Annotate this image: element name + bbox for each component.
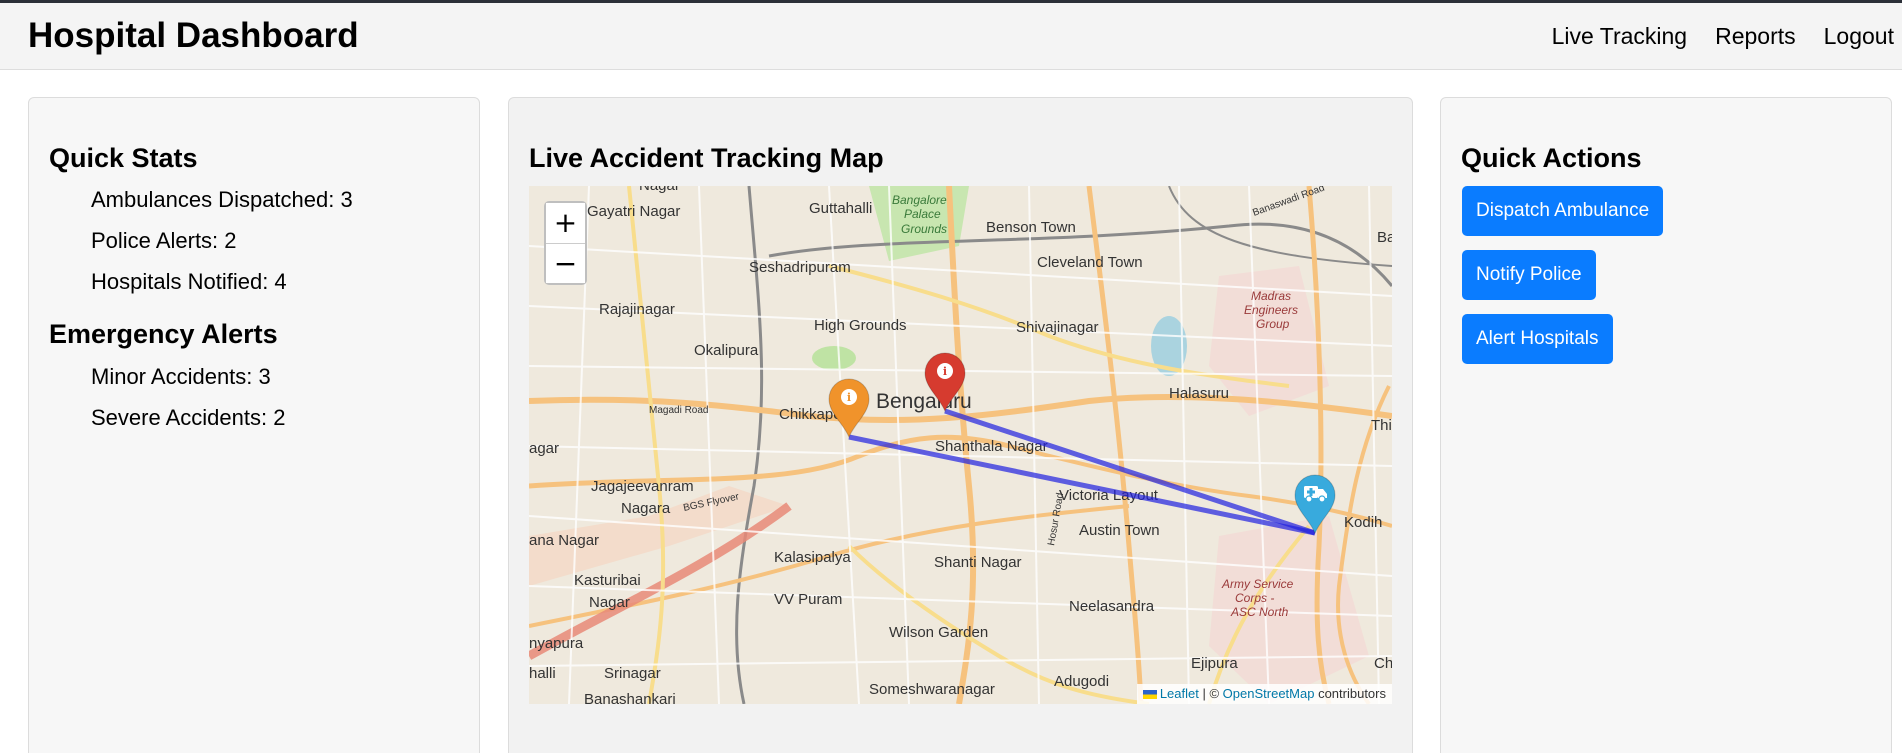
map-label: Group xyxy=(1256,317,1290,331)
leaflet-link[interactable]: Leaflet xyxy=(1160,686,1199,701)
map-label: Bangalore xyxy=(892,193,947,207)
map-label: Cleveland Town xyxy=(1037,254,1143,271)
info-icon: i xyxy=(943,365,947,378)
alert-minor-accidents: Minor Accidents: 3 xyxy=(91,364,271,389)
alert-hospitals-button[interactable]: Alert Hospitals xyxy=(1462,314,1613,364)
map-label: Bai xyxy=(1377,229,1392,246)
map-label: nyapura xyxy=(529,635,584,652)
map-panel: Live Accident Tracking Map Gayatri Nagar… xyxy=(508,97,1413,753)
info-icon: i xyxy=(847,391,851,404)
map-label: Thip xyxy=(1371,417,1392,434)
map-label: Nagar xyxy=(589,594,630,611)
map-label: VV Puram xyxy=(774,591,842,608)
openstreetmap-link[interactable]: OpenStreetMap xyxy=(1223,686,1315,701)
quick-actions-heading: Quick Actions xyxy=(1461,143,1642,173)
map-label: Benson Town xyxy=(986,219,1076,236)
alert-severe-accidents: Severe Accidents: 2 xyxy=(91,405,286,430)
map-label: Cha xyxy=(1374,655,1392,672)
map-label: Banashankari xyxy=(584,691,676,704)
map-label: Grounds xyxy=(901,222,947,236)
map-label: Neelasandra xyxy=(1069,598,1155,615)
map-label: Shivajinagar xyxy=(1016,319,1099,336)
map-label: ASC North xyxy=(1230,605,1289,619)
map-label: Srinagar xyxy=(604,665,661,682)
stats-panel: Quick Stats Ambulances Dispatched: 3 Pol… xyxy=(28,97,480,753)
quick-stats-heading: Quick Stats xyxy=(49,143,198,173)
top-nav: Live Tracking Reports Logout xyxy=(1552,21,1894,51)
nav-live-tracking[interactable]: Live Tracking xyxy=(1552,21,1688,51)
map-label: Ejipura xyxy=(1191,655,1238,672)
page-title: Hospital Dashboard xyxy=(28,16,359,55)
zoom-in-button[interactable]: + xyxy=(546,203,585,243)
notify-police-button[interactable]: Notify Police xyxy=(1462,250,1596,300)
map-label: Someshwaranagar xyxy=(869,681,995,698)
map-attribution: Leaflet | © OpenStreetMap contributors xyxy=(1136,684,1392,704)
map-tiles: Nagar Gayatri Nagar Guttahalli Benson To… xyxy=(529,186,1392,704)
map-label: Okalipura xyxy=(694,342,759,359)
map-label: Jagajeevanram xyxy=(591,478,694,495)
map-label: Shanti Nagar xyxy=(934,554,1022,571)
app-header: Hospital Dashboard Live Tracking Reports… xyxy=(0,3,1902,70)
attribution-separator: | © xyxy=(1198,686,1223,701)
map-label: Nagar xyxy=(639,186,680,194)
ukraine-flag-icon xyxy=(1142,690,1157,699)
stat-ambulances-dispatched: Ambulances Dispatched: 3 xyxy=(91,187,353,212)
map-label-bengaluru: Bengaluru xyxy=(876,390,972,413)
map-label: ana Nagar xyxy=(529,532,599,549)
map-label: Guttahalli xyxy=(809,200,872,217)
map-label: Rajajinagar xyxy=(599,301,675,318)
map-label: Adugodi xyxy=(1054,673,1109,690)
map-label: Kodih xyxy=(1344,514,1382,531)
map-label: Austin Town xyxy=(1079,522,1160,539)
map-label: Magadi Road xyxy=(649,405,708,416)
map-label: Seshadripuram xyxy=(749,259,851,276)
map-label: Madras xyxy=(1251,289,1291,303)
map-label: Engineers xyxy=(1244,303,1298,317)
nav-reports[interactable]: Reports xyxy=(1715,21,1796,51)
map-label: Kasturibai xyxy=(574,572,641,589)
map-heading: Live Accident Tracking Map xyxy=(529,143,884,173)
dispatch-ambulance-button[interactable]: Dispatch Ambulance xyxy=(1462,186,1664,236)
zoom-out-button[interactable]: − xyxy=(546,243,585,283)
map-label: Gayatri Nagar xyxy=(587,203,680,220)
accident-tracking-map[interactable]: Nagar Gayatri Nagar Guttahalli Benson To… xyxy=(529,186,1392,704)
emergency-alerts-heading: Emergency Alerts xyxy=(49,319,278,349)
stat-hospitals-notified: Hospitals Notified: 4 xyxy=(91,269,287,294)
map-label: Army Service xyxy=(1221,577,1294,591)
map-label: Corps - xyxy=(1235,591,1274,605)
map-label: Kalasipalya xyxy=(774,549,851,566)
stat-police-alerts: Police Alerts: 2 xyxy=(91,228,237,253)
map-label: Palace xyxy=(904,207,941,221)
nav-logout[interactable]: Logout xyxy=(1824,21,1894,51)
actions-panel: Quick Actions Dispatch Ambulance Notify … xyxy=(1440,97,1892,753)
map-label: Nagara xyxy=(621,500,671,517)
map-label: Halasuru xyxy=(1169,385,1229,402)
map-label: Wilson Garden xyxy=(889,624,988,641)
zoom-control: + − xyxy=(544,201,587,285)
map-label: High Grounds xyxy=(814,317,907,334)
map-label: agar xyxy=(529,440,559,457)
attribution-suffix: contributors xyxy=(1314,686,1386,701)
map-label: halli xyxy=(529,665,556,682)
